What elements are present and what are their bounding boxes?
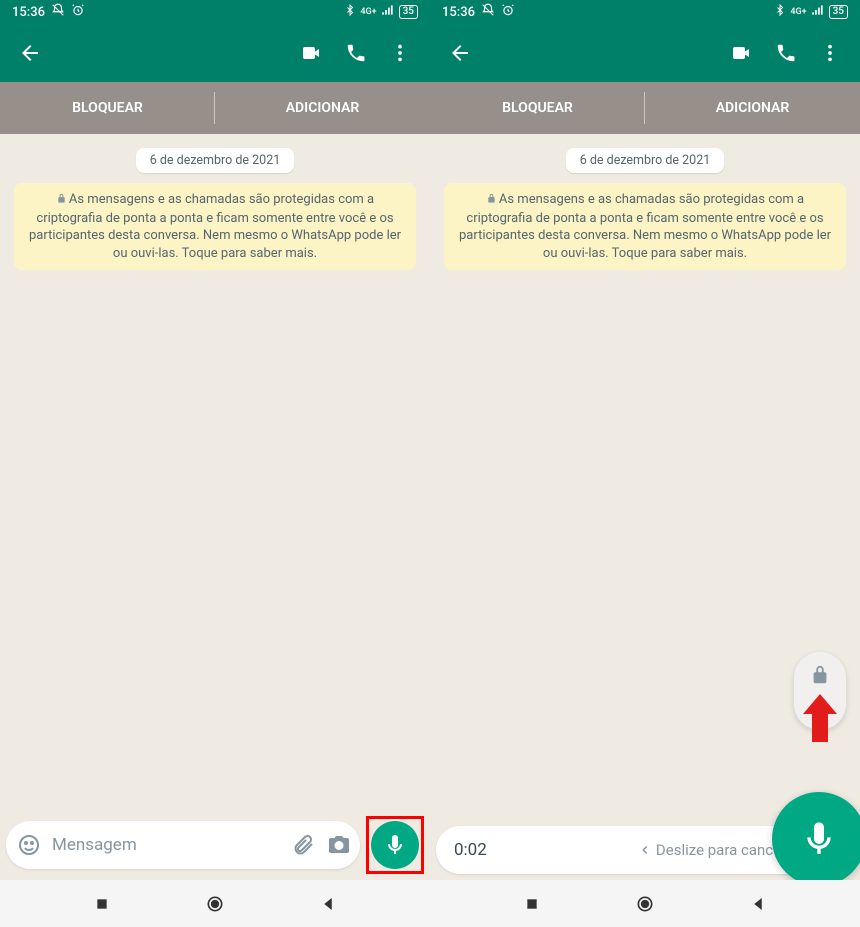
date-chip: 6 de dezembro de 2021 (136, 148, 295, 173)
notifications-muted-icon (481, 3, 495, 21)
message-placeholder: Mensagem (52, 835, 280, 855)
screenshot-left: 15:36 4G+ 35 (0, 0, 430, 927)
encryption-notice[interactable]: As mensagens e as chamadas são protegida… (444, 183, 846, 270)
status-bar: 15:36 4G+ 35 (430, 0, 860, 24)
slide-to-lock-pill[interactable] (794, 652, 846, 730)
voice-call-button[interactable] (764, 31, 808, 75)
notifications-muted-icon (51, 3, 65, 21)
recording-pill: 0:02 Deslize para cancelar (436, 826, 810, 874)
nav-back-button[interactable] (317, 893, 339, 915)
message-input-row: Mensagem (0, 810, 430, 880)
chat-header (430, 24, 860, 82)
date-chip: 6 de dezembro de 2021 (566, 148, 725, 173)
alarm-icon (71, 3, 85, 21)
status-time: 15:36 (12, 5, 45, 20)
mic-highlight (366, 816, 424, 874)
lock-icon (809, 664, 831, 690)
lock-icon (486, 192, 497, 210)
more-options-button[interactable] (378, 31, 422, 75)
battery-icon: 35 (829, 5, 848, 19)
chat-header (0, 24, 430, 82)
encryption-notice[interactable]: As mensagens e as chamadas são protegida… (14, 183, 416, 270)
contact-action-bar: BLOQUEAR ADICIONAR (0, 82, 430, 134)
add-contact-button[interactable]: ADICIONAR (215, 82, 430, 134)
voice-record-button-active[interactable] (772, 792, 860, 886)
message-input[interactable]: Mensagem (6, 821, 360, 869)
recording-timer: 0:02 (454, 840, 487, 860)
lock-icon (56, 192, 67, 210)
recording-input-row: 0:02 Deslize para cancelar (430, 820, 860, 880)
bluetooth-icon (344, 4, 356, 20)
block-button[interactable]: BLOQUEAR (0, 82, 215, 134)
nav-back-button[interactable] (747, 893, 769, 915)
chat-area[interactable]: 6 de dezembro de 2021 As mensagens e as … (430, 134, 860, 880)
alarm-icon (501, 3, 515, 21)
nav-home-button[interactable] (634, 893, 656, 915)
android-nav-bar (0, 880, 430, 927)
more-options-button[interactable] (808, 31, 852, 75)
network-icon: 4G+ (790, 8, 806, 17)
battery-icon: 35 (399, 5, 418, 19)
chat-area[interactable]: 6 de dezembro de 2021 As mensagens e as … (0, 134, 430, 880)
status-time: 15:36 (442, 5, 475, 20)
status-bar: 15:36 4G+ 35 (0, 0, 430, 24)
attach-icon[interactable] (290, 832, 316, 858)
bluetooth-icon (774, 4, 786, 20)
video-call-button[interactable] (720, 31, 764, 75)
contact-action-bar: BLOQUEAR ADICIONAR (430, 82, 860, 134)
screenshot-right: 15:36 4G+ 35 (430, 0, 860, 927)
nav-home-button[interactable] (204, 893, 226, 915)
emoji-icon[interactable] (16, 832, 42, 858)
voice-call-button[interactable] (334, 31, 378, 75)
nav-recent-button[interactable] (91, 893, 113, 915)
back-button[interactable] (8, 31, 52, 75)
camera-icon[interactable] (326, 832, 352, 858)
back-button[interactable] (438, 31, 482, 75)
network-icon: 4G+ (360, 8, 376, 17)
add-contact-button[interactable]: ADICIONAR (645, 82, 860, 134)
android-nav-bar (430, 880, 860, 927)
signal-icon (381, 3, 395, 21)
nav-recent-button[interactable] (521, 893, 543, 915)
signal-icon (811, 3, 825, 21)
voice-record-button[interactable] (371, 821, 419, 869)
video-call-button[interactable] (290, 31, 334, 75)
block-button[interactable]: BLOQUEAR (430, 82, 645, 134)
